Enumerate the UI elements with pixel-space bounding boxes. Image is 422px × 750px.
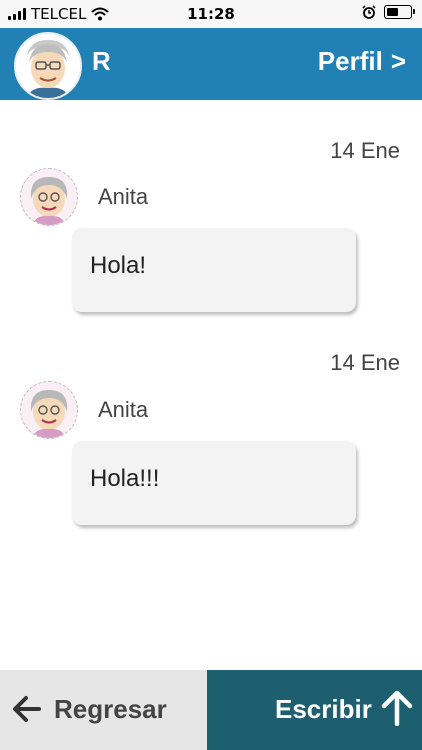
profile-button[interactable]: Perfil > (318, 46, 406, 77)
write-button[interactable]: Escribir (207, 670, 422, 750)
chat-header: R Perfil > (0, 28, 422, 100)
chevron-right-icon: > (390, 46, 406, 76)
message-text: Hola! (90, 252, 147, 279)
message-bubble: Hola! (72, 228, 356, 312)
alarm-icon (362, 5, 376, 19)
battery-icon (384, 5, 415, 19)
status-time: 11:28 (187, 5, 235, 23)
message-sender: Anita (20, 168, 148, 226)
write-label: Escribir (275, 694, 372, 724)
profile-label: Perfil (317, 46, 383, 76)
bottom-bar: Regresar Escribir (0, 670, 422, 750)
contact-name: R (92, 46, 111, 76)
arrow-left-icon (13, 696, 41, 722)
message-bubble: Hola!!! (72, 441, 356, 525)
status-right (362, 5, 415, 19)
message-sender: Anita (20, 381, 148, 439)
back-button[interactable]: Regresar (0, 670, 207, 750)
arrow-up-icon (381, 690, 413, 726)
sender-avatar (20, 168, 78, 226)
sender-avatar (20, 381, 78, 439)
message-date: 14 Ene (330, 350, 400, 375)
status-bar: TELCEL 11:28 (0, 0, 422, 28)
contact-avatar[interactable] (14, 32, 82, 100)
sender-name: Anita (98, 397, 149, 422)
message-date: 14 Ene (330, 138, 400, 163)
message-text: Hola!!! (90, 465, 160, 492)
sender-name: Anita (98, 184, 149, 209)
back-label: Regresar (54, 694, 167, 724)
